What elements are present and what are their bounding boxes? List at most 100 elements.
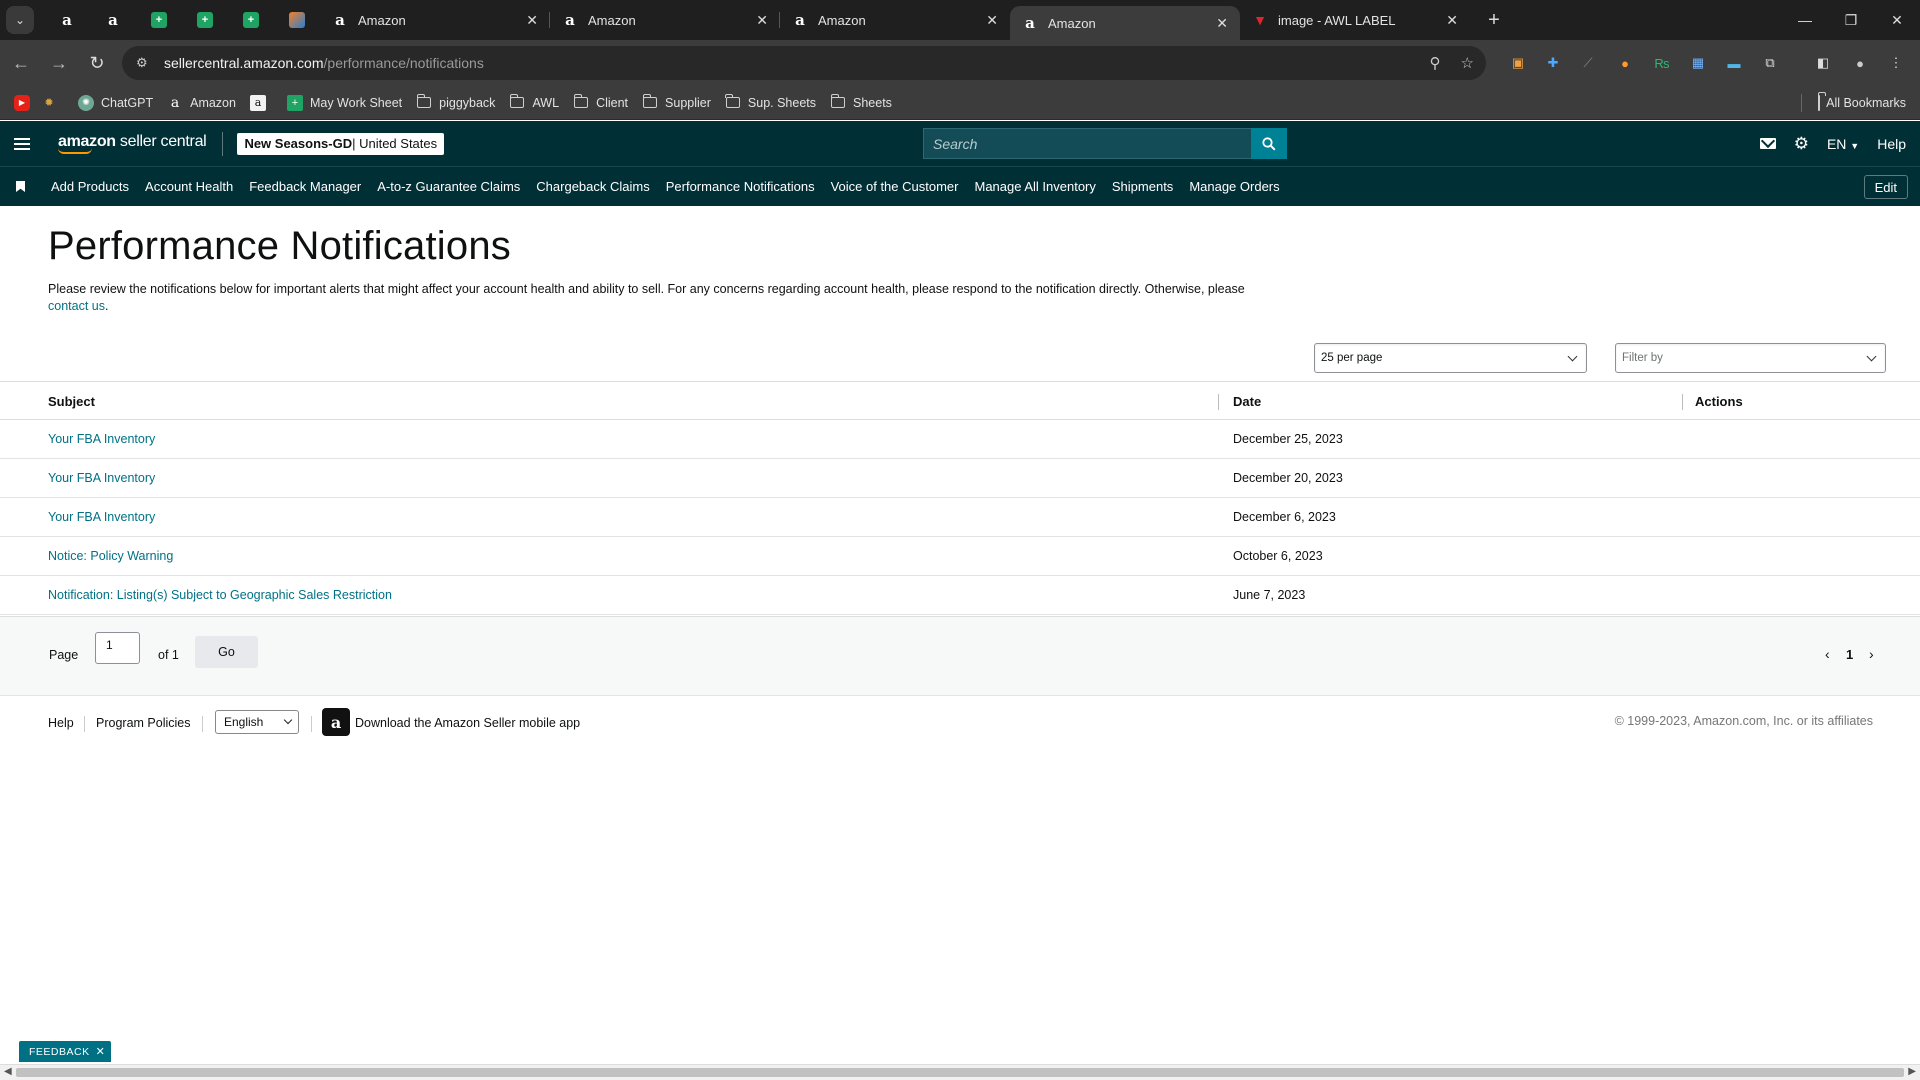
calculator-icon[interactable]: ▦ xyxy=(1683,40,1713,86)
pinned-tab-amazon-2[interactable]: a xyxy=(90,0,136,40)
bookmark-chatgpt[interactable]: ✺ ChatGPT xyxy=(78,91,153,115)
tab-awl-label[interactable]: ▼ image - AWL LABEL ✕ xyxy=(1240,0,1470,40)
nav-manage-inventory[interactable]: Manage All Inventory xyxy=(974,179,1095,194)
scrollbar-thumb[interactable] xyxy=(16,1068,1904,1077)
pinned-tab-sheets-1[interactable]: + xyxy=(136,0,182,40)
extensions-icon[interactable]: ⧉ xyxy=(1755,40,1785,86)
store-selector[interactable]: New Seasons-GD | United States xyxy=(237,132,445,155)
bookmark-folder-sup-sheets[interactable]: Sup. Sheets xyxy=(725,91,816,115)
new-tab-button[interactable]: + xyxy=(1480,9,1508,32)
scroll-left-icon[interactable]: ◀ xyxy=(4,1066,12,1077)
bookmark-amazon-seller[interactable]: a xyxy=(249,91,273,115)
nav-voice-of-customer[interactable]: Voice of the Customer xyxy=(831,179,959,194)
bookmark-folder-awl[interactable]: AWL xyxy=(509,91,559,115)
side-panel-icon[interactable]: ◧ xyxy=(1808,40,1838,86)
help-link[interactable]: Help xyxy=(1877,136,1906,152)
notification-subject-link[interactable]: Your FBA Inventory xyxy=(48,432,155,446)
extension-puzzle-blue-icon[interactable]: ✚ xyxy=(1538,40,1568,86)
hamburger-menu-icon[interactable] xyxy=(14,137,30,150)
close-icon[interactable]: ✕ xyxy=(986,12,998,29)
bookmark-folder-supplier[interactable]: Supplier xyxy=(642,91,711,115)
bookmark-item[interactable]: ✹ xyxy=(41,91,64,115)
nav-manage-orders[interactable]: Manage Orders xyxy=(1189,179,1279,194)
language-select[interactable]: English xyxy=(215,710,299,734)
close-icon[interactable]: ✕ xyxy=(96,1045,106,1058)
minimize-icon[interactable]: — xyxy=(1782,0,1828,40)
seller-central-logo[interactable]: amazon seller central xyxy=(58,133,207,154)
notification-subject-link[interactable]: Your FBA Inventory xyxy=(48,471,155,485)
extension-off-icon[interactable]: ▣ xyxy=(1503,40,1533,86)
column-subject[interactable]: Subject xyxy=(48,394,95,409)
close-icon[interactable]: ✕ xyxy=(756,12,768,29)
site-info-icon[interactable]: ⚙ xyxy=(136,55,152,71)
chevron-right-icon[interactable]: › xyxy=(1869,646,1874,662)
go-button[interactable]: Go xyxy=(195,636,258,668)
pinned-tab-app[interactable] xyxy=(274,0,320,40)
scroll-right-icon[interactable]: ▶ xyxy=(1908,1066,1916,1077)
nav-performance-notifications[interactable]: Performance Notifications xyxy=(666,179,815,194)
search-button[interactable] xyxy=(1251,128,1287,159)
chevron-left-icon[interactable]: ‹ xyxy=(1825,646,1830,662)
sheets-icon: + xyxy=(286,94,303,111)
current-page-number[interactable]: 1 xyxy=(1846,647,1853,662)
amazon-seller-app-icon[interactable]: a xyxy=(322,708,350,736)
search-input[interactable]: Search xyxy=(923,128,1251,159)
pinned-tab-sheets-2[interactable]: + xyxy=(182,0,228,40)
extension-rs-icon[interactable]: ₨ xyxy=(1647,40,1677,86)
pinned-tab-sheets-3[interactable]: + xyxy=(228,0,274,40)
bookmark-folder-sheets[interactable]: Sheets xyxy=(830,91,892,115)
program-policies-link[interactable]: Program Policies xyxy=(96,716,190,730)
extension-icon[interactable]: ⟋ xyxy=(1573,40,1603,86)
download-app-link[interactable]: Download the Amazon Seller mobile app xyxy=(355,716,580,730)
nav-add-products[interactable]: Add Products xyxy=(51,179,129,194)
horizontal-scrollbar[interactable]: ◀ ▶ xyxy=(0,1064,1920,1080)
back-icon[interactable]: ← xyxy=(4,46,38,80)
profile-avatar[interactable]: ● xyxy=(1845,40,1875,86)
mail-icon[interactable] xyxy=(1759,138,1776,149)
tab-amazon[interactable]: a Amazon ✕ xyxy=(320,0,550,40)
reload-icon[interactable]: ↻ xyxy=(80,46,114,80)
menu-kebab-icon[interactable]: ⋮ xyxy=(1881,40,1911,86)
column-date[interactable]: Date xyxy=(1233,394,1261,409)
nav-account-health[interactable]: Account Health xyxy=(145,179,233,194)
tab-search-button[interactable]: ⌄ xyxy=(6,6,34,34)
bookmark-amazon[interactable]: a Amazon xyxy=(167,91,236,115)
bookmark-may-work-sheet[interactable]: + May Work Sheet xyxy=(286,91,402,115)
close-icon[interactable]: ✕ xyxy=(526,12,538,29)
bookmark-icon[interactable] xyxy=(16,181,25,192)
page-number-input[interactable]: 1 xyxy=(95,632,140,664)
star-icon[interactable]: ☆ xyxy=(1461,54,1474,72)
address-bar[interactable]: ⚙ sellercentral.amazon.com/performance/n… xyxy=(122,46,1486,80)
contact-us-link[interactable]: contact us xyxy=(48,299,105,313)
notification-subject-link[interactable]: Notice: Policy Warning xyxy=(48,549,173,563)
window-close-icon[interactable]: ✕ xyxy=(1874,0,1920,40)
per-page-select[interactable]: 25 per page xyxy=(1314,343,1587,373)
extension-circle-icon[interactable]: ● xyxy=(1610,40,1640,86)
restore-icon[interactable]: ❐ xyxy=(1828,0,1874,40)
nav-a-to-z-claims[interactable]: A-to-z Guarantee Claims xyxy=(377,179,520,194)
pinned-tab-amazon-1[interactable]: a xyxy=(44,0,90,40)
tab-amazon[interactable]: a Amazon ✕ xyxy=(780,0,1010,40)
settings-gear-icon[interactable]: ⚙ xyxy=(1794,134,1809,154)
zoom-icon[interactable]: ⚲ xyxy=(1430,54,1441,72)
tab-amazon-active[interactable]: a Amazon ✕ xyxy=(1010,6,1240,40)
fba-icon[interactable]: ▬ xyxy=(1719,40,1749,86)
feedback-button[interactable]: FEEDBACK ✕ xyxy=(19,1041,112,1062)
nav-feedback-manager[interactable]: Feedback Manager xyxy=(249,179,361,194)
notification-subject-link[interactable]: Notification: Listing(s) Subject to Geog… xyxy=(48,588,392,602)
bookmark-folder-client[interactable]: Client xyxy=(573,91,628,115)
nav-shipments[interactable]: Shipments xyxy=(1112,179,1173,194)
close-icon[interactable]: ✕ xyxy=(1216,15,1228,32)
language-selector[interactable]: EN ▼ xyxy=(1827,136,1859,152)
notification-subject-link[interactable]: Your FBA Inventory xyxy=(48,510,155,524)
all-bookmarks[interactable]: All Bookmarks xyxy=(1801,93,1906,112)
close-icon[interactable]: ✕ xyxy=(1446,12,1458,29)
forward-icon[interactable]: → xyxy=(42,46,76,80)
tab-amazon[interactable]: a Amazon ✕ xyxy=(550,0,780,40)
footer-help-link[interactable]: Help xyxy=(48,716,74,730)
filter-select[interactable]: Filter by xyxy=(1615,343,1886,373)
edit-nav-button[interactable]: Edit xyxy=(1863,175,1908,199)
nav-chargeback-claims[interactable]: Chargeback Claims xyxy=(536,179,649,194)
bookmark-youtube[interactable]: ▶ xyxy=(14,91,37,115)
bookmark-folder-piggyback[interactable]: piggyback xyxy=(416,91,495,115)
